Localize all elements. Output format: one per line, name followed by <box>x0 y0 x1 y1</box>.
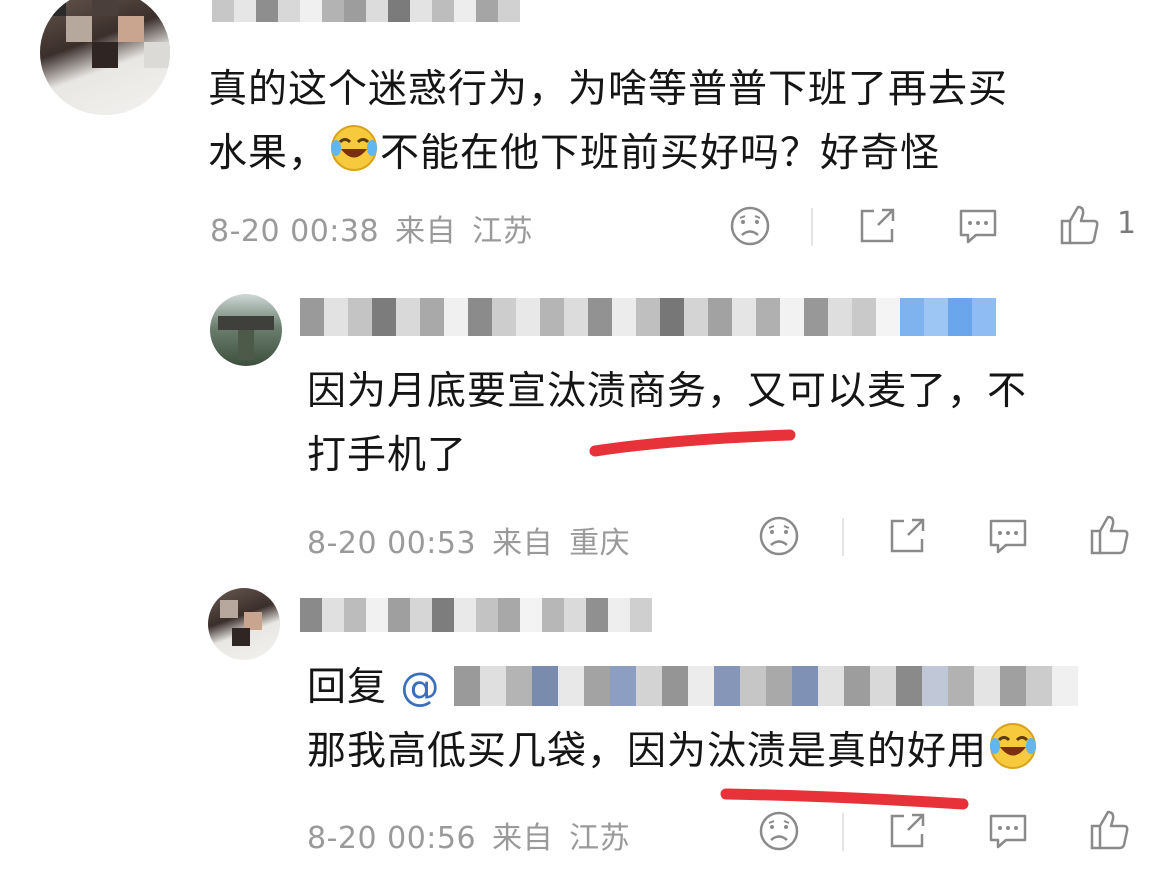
comment-1-line-2: 水果， 不能在他下班前买好吗？好奇怪 <box>208 122 1008 186</box>
reply-prefix: 回复 <box>307 665 388 710</box>
sad-face-icon[interactable] <box>758 515 800 557</box>
comment-icon[interactable] <box>986 810 1030 852</box>
divider <box>842 813 844 851</box>
mention-username-blurred[interactable] <box>453 666 1078 706</box>
like-icon[interactable] <box>1058 203 1100 247</box>
comment-1-text: 真的这个迷惑行为，为啥等普普下班了再去买 水果， 不能在他下班前买好吗？好奇怪 <box>208 58 1008 186</box>
comment-3-line-1: 回复 @ <box>307 656 1078 720</box>
share-icon[interactable] <box>886 810 928 852</box>
comment-3-location: 江苏 <box>569 821 631 856</box>
comment-3-time: 8-20 00:56 <box>307 821 477 856</box>
like-icon[interactable] <box>1088 513 1130 557</box>
username-commenter-2-blurred[interactable] <box>300 298 996 336</box>
share-icon[interactable] <box>856 205 898 247</box>
username-commenter-3-blurred[interactable] <box>300 598 652 632</box>
comment-2-location: 重庆 <box>569 526 631 561</box>
comment-1-time: 8-20 00:38 <box>210 214 380 249</box>
comment-1-meta: 8-20 00:38 来自 江苏 <box>210 206 533 250</box>
like-count: 1 <box>1117 206 1137 241</box>
comment-2-time: 8-20 00:53 <box>307 526 477 561</box>
divider <box>811 208 813 246</box>
comment-1-location: 江苏 <box>472 214 534 249</box>
username-commenter-1-blurred[interactable] <box>212 0 520 22</box>
like-icon[interactable] <box>1088 808 1130 852</box>
avatar-commenter-3[interactable] <box>208 588 280 660</box>
laughing-crying-emoji <box>328 122 380 174</box>
comment-3-from-label: 来自 <box>492 821 554 856</box>
comment-3-line-2: 那我高低买几袋，因为汰渍是真的好用 <box>307 720 1078 784</box>
comment-icon[interactable] <box>986 515 1030 557</box>
avatar-commenter-1[interactable] <box>40 0 170 115</box>
sad-face-icon[interactable] <box>729 205 771 247</box>
comment-3-text: 回复 @ 那我高低买几袋，因为汰渍是真的好用 <box>307 656 1078 784</box>
share-icon[interactable] <box>886 515 928 557</box>
comment-1-line-1: 真的这个迷惑行为，为啥等普普下班了再去买 <box>208 67 1009 112</box>
comment-2-from-label: 来自 <box>492 526 554 561</box>
comment-icon[interactable] <box>956 205 1000 247</box>
avatar-commenter-2[interactable] <box>210 294 282 366</box>
mention-link[interactable]: @ <box>400 665 440 710</box>
comment-2-line-1: 因为月底要宣汰渍商务，又可以麦了，不 <box>307 369 1028 414</box>
comment-1-from-label: 来自 <box>395 214 457 249</box>
red-annotation-underline-2 <box>720 788 969 810</box>
comment-3-meta: 8-20 00:56 来自 江苏 <box>307 813 630 857</box>
comment-2-text: 因为月底要宣汰渍商务，又可以麦了，不 打手机了 <box>307 360 1027 488</box>
laughing-crying-emoji <box>987 720 1039 772</box>
red-annotation-underline-1 <box>589 429 796 457</box>
sad-face-icon[interactable] <box>758 810 800 852</box>
comment-2-meta: 8-20 00:53 来自 重庆 <box>307 518 630 562</box>
divider <box>842 518 844 556</box>
